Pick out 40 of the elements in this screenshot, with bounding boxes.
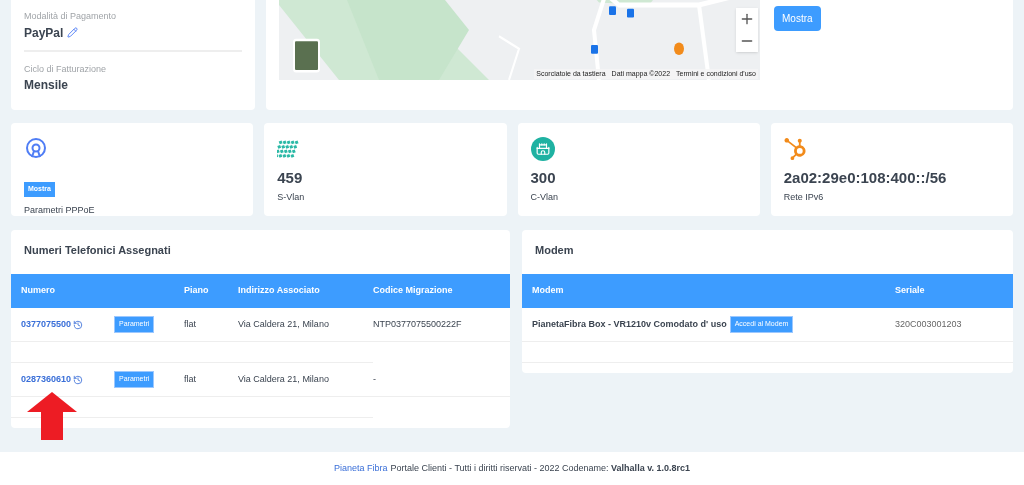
- field-value: Mensile: [24, 77, 68, 94]
- stat-value: 459: [277, 168, 304, 188]
- stat-label: C-Vlan: [530, 191, 559, 204]
- card-title: Modem: [534, 243, 575, 258]
- footer-link[interactable]: Pianeta Fibra: [334, 461, 388, 476]
- card-title: Numeri Telefonici Assegnati: [23, 243, 172, 258]
- table-cell-text: NTP0377075500222F: [373, 317, 463, 331]
- pencil-icon[interactable]: [67, 27, 79, 38]
- table-cell-text: -: [373, 372, 377, 386]
- field-label: Ciclo di Fatturazione: [24, 62, 108, 76]
- column-header: Piano: [184, 284, 210, 298]
- dot-grid-icon: [277, 139, 300, 159]
- sprocket-icon: [783, 138, 806, 160]
- column-header: Seriale: [895, 284, 926, 298]
- stat-label: Rete IPv6: [783, 191, 825, 204]
- history-icon[interactable]: [73, 374, 84, 385]
- annotation-arrow: [27, 392, 77, 440]
- column-header: Modem: [531, 284, 565, 298]
- field-label: Modalità di Pagamento: [24, 10, 118, 23]
- castle-icon: [530, 137, 555, 161]
- phone-number-link[interactable]: 0377075500: [21, 317, 72, 332]
- footer-text: Portale Clienti - Tutti i diritti riservati - 2022 Codename: Valhalla v. 1.0.8rc1: [390, 461, 690, 475]
- ring-icon: [24, 137, 48, 161]
- stat-value: 2a02:29e0:108:400::/56: [783, 168, 948, 188]
- stat-value: 300: [530, 168, 557, 188]
- stat-label: Parametri PPPoE: [24, 204, 96, 217]
- table-cell-text: flat: [184, 372, 197, 386]
- table-cell-text: 320C003001203: [895, 317, 963, 331]
- history-icon[interactable]: [73, 319, 84, 330]
- field-value: PayPal: [24, 24, 64, 42]
- stat-label: S-Vlan: [277, 191, 306, 204]
- table-cell-text: Via Caldera 21, Milano: [238, 317, 330, 331]
- column-header: Numero: [20, 284, 56, 298]
- table-cell-text: Via Caldera 21, Milano: [238, 372, 330, 386]
- show-button[interactable]: Mostra: [774, 6, 821, 31]
- phone-number-link[interactable]: 0287360610: [21, 372, 72, 387]
- modem-name: PianetaFibra Box - VR1210v Comodato d' uso: [532, 317, 727, 331]
- column-header: Indirizzo Associato: [238, 284, 321, 298]
- column-header: Codice Migrazione: [373, 284, 454, 298]
- table-cell-text: flat: [184, 317, 197, 331]
